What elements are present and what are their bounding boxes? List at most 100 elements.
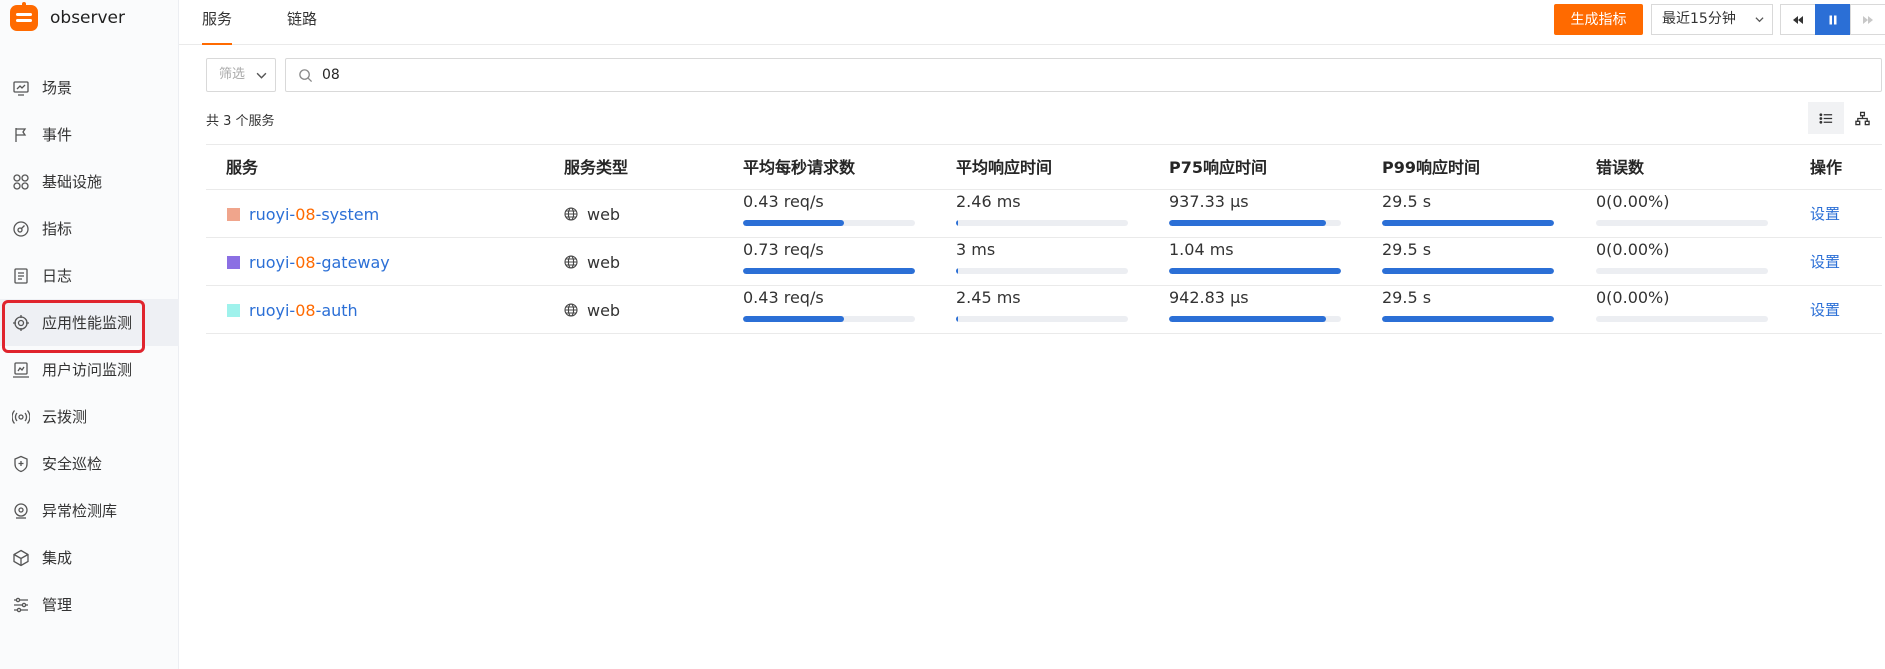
sidebar-item-label: 集成	[42, 549, 73, 567]
service-type-cell: web	[564, 190, 620, 238]
sidebar-item-label: 事件	[42, 126, 73, 144]
sidebar-item-integration[interactable]: 集成	[0, 534, 179, 581]
apm-icon	[12, 314, 30, 332]
table-row[interactable]: ruoyi-08-gateway web 0.73 req/s 3 ms 1.0…	[206, 238, 1882, 286]
pause-icon	[1829, 15, 1837, 24]
settings-icon	[12, 596, 30, 614]
avg-resp-value: 2.45 ms	[956, 288, 1021, 307]
shield-icon	[12, 455, 30, 473]
time-range-select[interactable]: 最近15分钟	[1651, 4, 1773, 35]
service-name-link[interactable]: ruoyi-08-system	[249, 205, 379, 224]
filter-select-placeholder: 筛选	[219, 67, 246, 82]
globe-icon	[564, 207, 578, 221]
column-header[interactable]: P99响应时间	[1382, 145, 1480, 191]
sidebar-item-rum[interactable]: 用户访问监测	[0, 346, 179, 393]
tab-services[interactable]: 服务	[202, 0, 233, 45]
settings-link[interactable]: 设置	[1810, 238, 1840, 286]
globe-icon	[564, 303, 578, 317]
sidebar-item-scene[interactable]: 场景	[0, 64, 179, 111]
p99-cell: 29.5 s	[1382, 190, 1554, 238]
avg-resp-cell: 2.45 ms	[956, 286, 1128, 334]
column-header[interactable]: 平均响应时间	[956, 145, 1052, 191]
column-header[interactable]: 错误数	[1596, 145, 1644, 191]
topology-view-button[interactable]	[1844, 102, 1880, 134]
avg-resp-bar	[956, 316, 1128, 322]
column-header: 操作	[1810, 158, 1843, 177]
error-cell: 0(0.00%)	[1596, 190, 1768, 238]
sidebar: observer 场景 事件 基础设施 指标 日志 应用性能监测 用户访问监测 …	[0, 0, 179, 669]
table-body: ruoyi-08-system web 0.43 req/s 2.46 ms 9…	[206, 190, 1882, 334]
sidebar-item-dial-test[interactable]: 云拨测	[0, 393, 179, 440]
p75-value: 942.83 µs	[1169, 288, 1249, 307]
service-cell: ruoyi-08-auth	[206, 286, 358, 334]
column-header[interactable]: 服务	[226, 145, 258, 191]
settings-link[interactable]: 设置	[1810, 286, 1840, 334]
sidebar-nav: 场景 事件 基础设施 指标 日志 应用性能监测 用户访问监测 云拨测 安全巡检 …	[0, 64, 179, 628]
sidebar-item-label: 日志	[42, 267, 73, 285]
rewind-button[interactable]	[1780, 4, 1816, 35]
p99-bar	[1382, 316, 1554, 322]
sidebar-item-anomaly[interactable]: 异常检测库	[0, 487, 179, 534]
list-icon	[1818, 112, 1832, 124]
p99-value: 29.5 s	[1382, 192, 1432, 211]
sidebar-item-events[interactable]: 事件	[0, 111, 179, 158]
error-bar	[1596, 220, 1768, 226]
column-header[interactable]: P75响应时间	[1169, 145, 1267, 191]
sidebar-item-label: 安全巡检	[42, 455, 103, 473]
p99-cell: 29.5 s	[1382, 286, 1554, 334]
settings-link[interactable]: 设置	[1810, 190, 1840, 238]
sidebar-item-label: 指标	[42, 220, 73, 238]
service-cell: ruoyi-08-system	[206, 190, 379, 238]
sidebar-item-label: 用户访问监测	[42, 361, 133, 379]
pause-button[interactable]	[1815, 4, 1851, 35]
sidebar-item-metrics[interactable]: 指标	[0, 205, 179, 252]
table-row[interactable]: ruoyi-08-auth web 0.43 req/s 2.45 ms 942…	[206, 286, 1882, 334]
search-box	[285, 58, 1882, 92]
service-name-link[interactable]: ruoyi-08-auth	[249, 301, 358, 320]
sidebar-item-infrastructure[interactable]: 基础设施	[0, 158, 179, 205]
avg-req-value: 0.43 req/s	[743, 288, 824, 307]
avg-resp-value: 3 ms	[956, 240, 996, 259]
p75-bar	[1169, 316, 1341, 322]
avg-resp-bar-fill	[956, 268, 958, 274]
p99-cell: 29.5 s	[1382, 238, 1554, 286]
avg-req-bar-fill	[743, 268, 915, 274]
table-row[interactable]: ruoyi-08-system web 0.43 req/s 2.46 ms 9…	[206, 190, 1882, 238]
avg-req-cell: 0.43 req/s	[743, 190, 915, 238]
p75-cell: 1.04 ms	[1169, 238, 1341, 286]
p99-value: 29.5 s	[1382, 288, 1432, 307]
rum-icon	[12, 361, 30, 379]
tab-traces[interactable]: 链路	[287, 0, 317, 45]
list-view-button[interactable]	[1808, 102, 1844, 134]
rewind-icon	[1793, 15, 1803, 24]
sidebar-item-logs[interactable]: 日志	[0, 252, 179, 299]
avg-resp-value: 2.46 ms	[956, 192, 1021, 211]
topology-icon	[1854, 111, 1870, 125]
logo-icon	[10, 2, 38, 31]
service-name-link[interactable]: ruoyi-08-gateway	[249, 253, 390, 272]
avg-req-cell: 0.73 req/s	[743, 238, 915, 286]
avg-req-bar	[743, 220, 915, 226]
filter-select[interactable]: 筛选	[206, 58, 276, 92]
generate-metric-button[interactable]: 生成指标	[1554, 4, 1643, 35]
metric-icon	[12, 220, 30, 238]
dial-test-icon	[12, 408, 30, 426]
column-header[interactable]: 平均每秒请求数	[743, 145, 855, 191]
avg-resp-bar-fill	[956, 220, 958, 226]
p75-value: 937.33 µs	[1169, 192, 1249, 211]
service-type-cell: web	[564, 238, 620, 286]
p75-bar	[1169, 220, 1341, 226]
fast-forward-button[interactable]	[1850, 4, 1885, 35]
app-logo[interactable]: observer	[10, 2, 126, 31]
sidebar-item-security[interactable]: 安全巡检	[0, 440, 179, 487]
avg-resp-bar	[956, 268, 1128, 274]
chevron-down-icon	[1755, 17, 1764, 23]
search-icon	[299, 69, 313, 83]
column-header[interactable]: 服务类型	[564, 145, 628, 191]
search-input[interactable]	[322, 59, 1822, 91]
sidebar-item-apm[interactable]: 应用性能监测	[0, 299, 179, 353]
sidebar-item-management[interactable]: 管理	[0, 581, 179, 628]
p99-bar-fill	[1382, 268, 1554, 274]
sidebar-item-label: 管理	[42, 596, 73, 614]
app-name: observer	[50, 8, 126, 28]
